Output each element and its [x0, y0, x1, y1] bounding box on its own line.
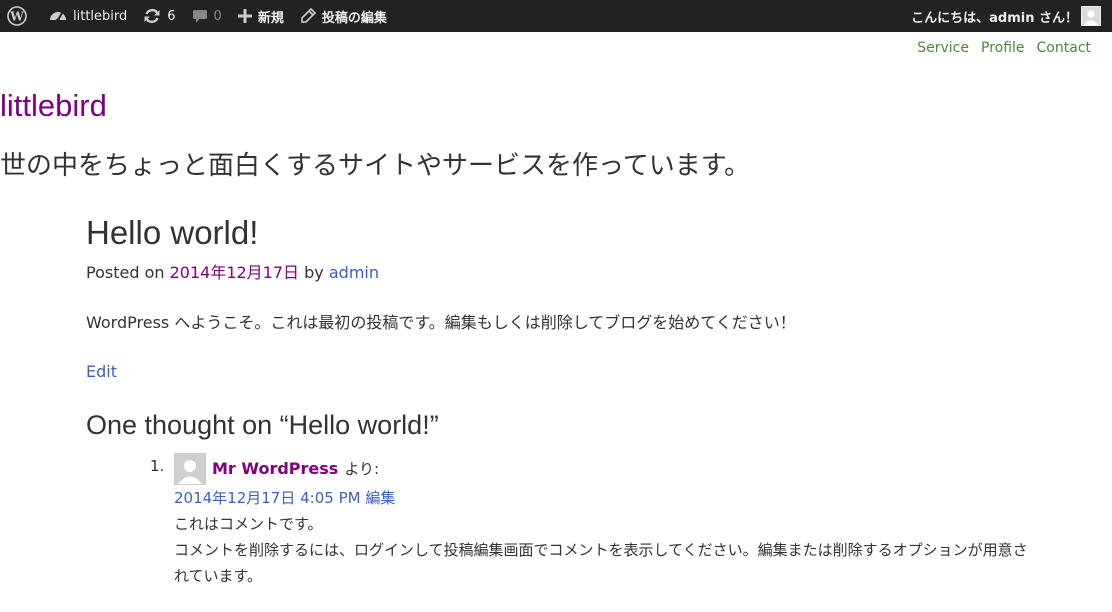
- admin-bar-left: W littlebird 6 0 新規 投稿の編集: [0, 0, 395, 32]
- edit-post-menu[interactable]: 投稿の編集: [292, 0, 395, 32]
- by-label: by: [304, 263, 324, 282]
- speech-bubble-icon: [192, 8, 208, 24]
- dashboard-icon: [49, 8, 67, 24]
- comment-author-link[interactable]: Mr WordPress: [212, 456, 338, 482]
- refresh-icon: [143, 7, 161, 25]
- comments-section: One thought on “Hello world!” 1. Mr Word…: [86, 407, 1046, 589]
- comment-list: 1. Mr WordPress より: 2014年12月17日 4:05 PM: [86, 453, 1046, 589]
- comments-menu[interactable]: 0: [184, 0, 230, 32]
- comments-title: One thought on “Hello world!”: [86, 410, 439, 440]
- comment-edit-link[interactable]: 編集: [365, 489, 395, 507]
- edit-post-label: 投稿の編集: [321, 10, 387, 26]
- comment-date-link[interactable]: 2014年12月17日 4:05 PM: [174, 489, 361, 507]
- wordpress-logo-icon: W: [7, 6, 27, 26]
- post-author-link[interactable]: admin: [329, 263, 379, 282]
- svg-text:W: W: [9, 10, 24, 24]
- main-content: Hello world! Posted on 2014年12月17日 by ad…: [86, 210, 1046, 589]
- site-name-label: littlebird: [73, 8, 128, 24]
- pencil-icon: [300, 8, 316, 24]
- post-title: Hello world!: [86, 214, 259, 251]
- new-content-menu[interactable]: 新規: [230, 0, 292, 32]
- comments-count: 0: [213, 8, 222, 24]
- wordpress-menu[interactable]: W: [0, 0, 41, 32]
- post-content: WordPress へようこそ。これは最初の投稿です。編集もしくは削除してブログ…: [86, 313, 796, 332]
- nav-item-service[interactable]: Service: [917, 40, 969, 56]
- top-navigation: Service Profile Contact: [917, 40, 1091, 56]
- comment-item: 1. Mr WordPress より: 2014年12月17日 4:05 PM: [150, 453, 1046, 589]
- nav-item-contact[interactable]: Contact: [1037, 40, 1091, 56]
- my-account-menu[interactable]: こんにちは、admin さん！: [911, 0, 1112, 32]
- post-meta: Posted on 2014年12月17日 by admin: [86, 262, 1046, 284]
- comment-text-line-1: これはコメントです。: [174, 515, 323, 533]
- site-title[interactable]: littlebird: [0, 88, 107, 124]
- new-content-label: 新規: [257, 10, 284, 26]
- comment-meta: 2014年12月17日 4:05 PM 編集: [174, 485, 1046, 511]
- comment-text-line-2: コメントを削除するには、ログインして投稿編集画面でコメントを表示してください。編…: [174, 541, 1028, 585]
- updates-count: 6: [167, 8, 176, 24]
- site-description: 世の中をちょっと面白くするサイトやサービスを作っています。: [0, 151, 751, 181]
- post-article: Hello world! Posted on 2014年12月17日 by ad…: [86, 210, 1046, 383]
- comment-avatar-icon: [174, 453, 206, 485]
- post-date-link[interactable]: 2014年12月17日: [170, 263, 299, 282]
- admin-bar: W littlebird 6 0 新規 投稿の編集 こんにちは、admin さん…: [0, 0, 1112, 32]
- comment-number: 1.: [150, 457, 165, 475]
- comment-author-row: Mr WordPress より:: [174, 453, 1046, 485]
- nav-item-profile[interactable]: Profile: [981, 40, 1025, 56]
- site-name-menu[interactable]: littlebird: [41, 0, 135, 32]
- edit-post-link[interactable]: Edit: [86, 361, 117, 383]
- comment-says-label: より:: [344, 460, 380, 478]
- plus-icon: [237, 9, 252, 23]
- updates-menu[interactable]: 6: [135, 0, 183, 32]
- user-avatar-icon: [1081, 6, 1101, 26]
- greeting-text: こんにちは、admin さん！: [911, 10, 1078, 26]
- posted-on-label: Posted on: [86, 263, 165, 282]
